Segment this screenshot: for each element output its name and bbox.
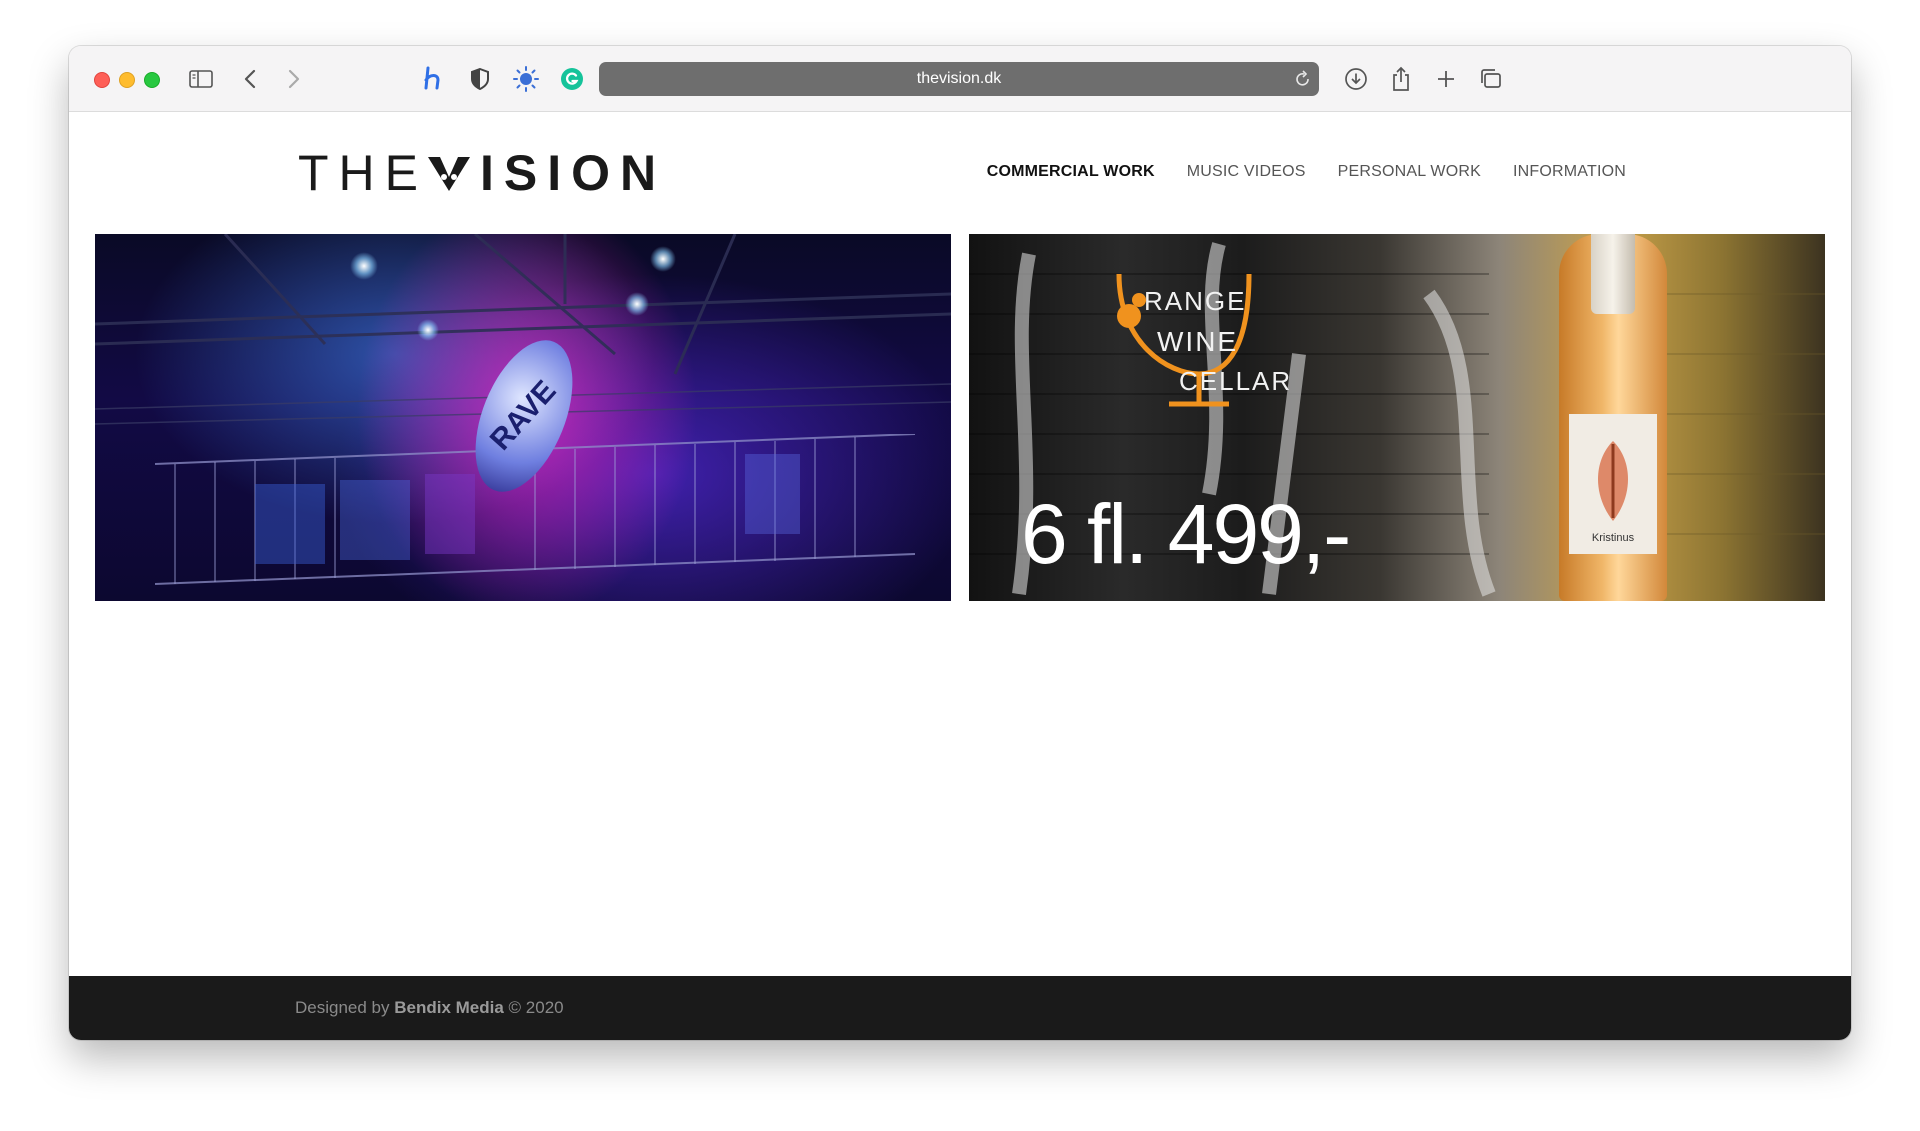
stage-light	[350, 252, 378, 280]
logo-light-text: THE	[298, 145, 428, 201]
site-logo[interactable]: THE ISION	[298, 145, 666, 201]
honey-icon[interactable]	[419, 64, 449, 94]
sun-icon[interactable]	[511, 64, 541, 94]
footer-credit: Designed by Bendix Media © 2020	[295, 998, 564, 1018]
browser-window: thevision.dk THE ISION COMMERCIAL WORK M…	[69, 46, 1851, 1040]
footer-prefix: Designed by	[295, 998, 395, 1017]
close-window-button[interactable]	[94, 72, 110, 88]
stage-light	[650, 246, 676, 272]
bottle-label-text: Kristinus	[1591, 532, 1635, 544]
nav-personal-work[interactable]: PERSONAL WORK	[1338, 163, 1481, 181]
wine-logo-line-1: RANGE	[1144, 286, 1247, 316]
reload-icon[interactable]	[1295, 70, 1311, 93]
footer-brand-link[interactable]: Bendix Media	[394, 998, 504, 1017]
back-icon[interactable]	[235, 64, 265, 94]
site-footer: Designed by Bendix Media © 2020	[69, 976, 1851, 1040]
bottle-label: Kristinus	[1569, 414, 1657, 554]
footer-suffix: © 2020	[503, 998, 564, 1017]
stage-light	[417, 319, 439, 341]
rave-sign-text: RAVE	[484, 374, 564, 457]
logo-v-mark-icon	[428, 157, 470, 191]
nav-commercial-work[interactable]: COMMERCIAL WORK	[987, 163, 1155, 181]
price-text: 6 fl. 499,-	[1021, 487, 1351, 581]
tab-overview-icon[interactable]	[1476, 64, 1506, 94]
logo-bold-text: ISION	[480, 145, 667, 201]
project-tile-rave[interactable]: RAVE	[95, 234, 951, 601]
project-tile-orange-wine-cellar[interactable]: RANGE WINE CELLAR 6 fl. 499,- Kristinus	[969, 234, 1825, 601]
nav-music-videos[interactable]: MUSIC VIDEOS	[1187, 163, 1306, 181]
bottle-label-art-icon	[1598, 441, 1628, 521]
downloads-icon[interactable]	[1341, 64, 1371, 94]
nav-information[interactable]: INFORMATION	[1513, 163, 1626, 181]
browser-toolbar: thevision.dk	[69, 46, 1851, 112]
minimize-window-button[interactable]	[119, 72, 135, 88]
bottle-neck	[1591, 234, 1635, 314]
maximize-window-button[interactable]	[144, 72, 160, 88]
sidebar-toggle-icon[interactable]	[186, 64, 216, 94]
grammarly-icon[interactable]	[557, 64, 587, 94]
address-bar[interactable]: thevision.dk	[599, 62, 1319, 96]
wine-logo-line-2: WINE	[1157, 326, 1239, 357]
wine-bottle-image: Kristinus	[1559, 234, 1667, 601]
shield-icon[interactable]	[465, 64, 495, 94]
stage-light	[625, 292, 649, 316]
wine-logo-line-3: CELLAR	[1179, 366, 1293, 396]
forward-icon[interactable]	[279, 64, 309, 94]
url-text: thevision.dk	[916, 70, 1002, 87]
main-nav: COMMERCIAL WORK MUSIC VIDEOS PERSONAL WO…	[987, 163, 1626, 181]
new-tab-icon[interactable]	[1431, 64, 1461, 94]
share-icon[interactable]	[1386, 64, 1416, 94]
